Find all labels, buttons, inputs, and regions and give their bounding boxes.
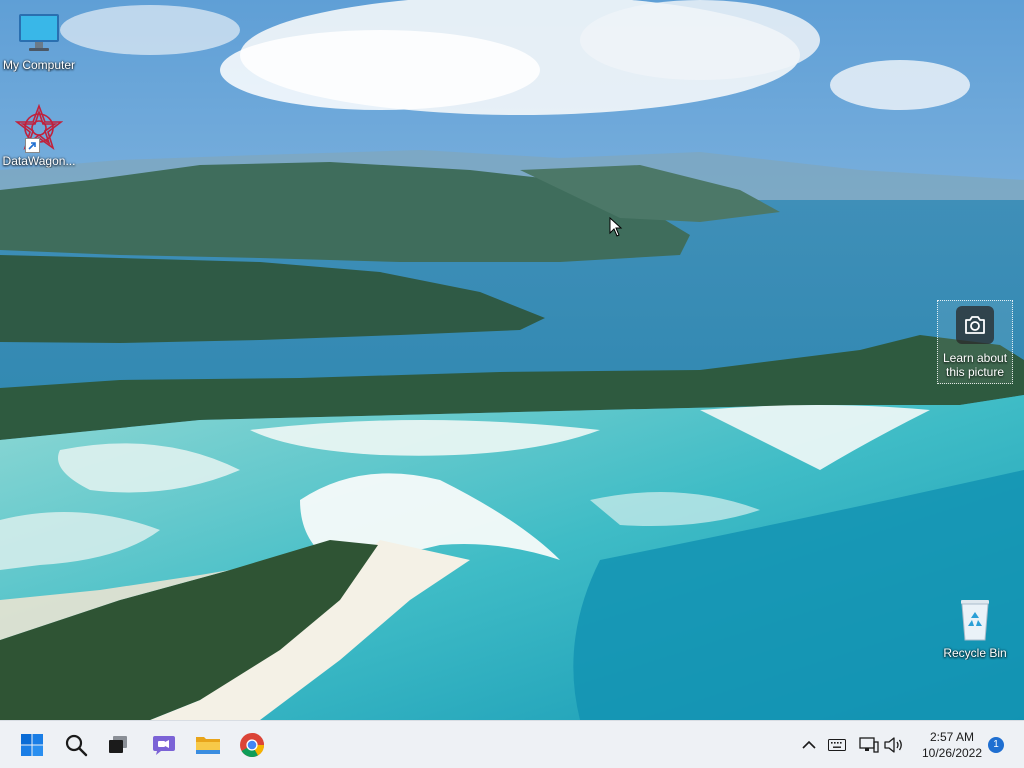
task-view-icon (109, 736, 127, 753)
chrome-icon (240, 733, 264, 758)
shortcut-arrow-icon (25, 138, 40, 153)
input-indicator-button[interactable] (825, 733, 849, 757)
monitor-icon (15, 8, 63, 56)
desktop-icon-label: My Computer (2, 58, 76, 72)
search-icon (65, 734, 88, 757)
clock-time: 2:57 AM (929, 730, 975, 744)
chrome-button[interactable] (232, 725, 272, 765)
tray-overflow-button[interactable] (797, 733, 821, 757)
file-explorer-icon (196, 737, 220, 754)
desktop-icon-my-computer[interactable]: My Computer (0, 8, 78, 72)
clock-date: 10/26/2022 (921, 746, 983, 760)
file-explorer-button[interactable] (188, 725, 228, 765)
learn-about-picture-button[interactable]: Learn about this picture (937, 300, 1013, 384)
volume-icon (884, 737, 902, 753)
learn-about-picture-label: Learn about this picture (942, 351, 1008, 379)
task-view-button[interactable] (98, 725, 138, 765)
chevron-up-icon (802, 740, 816, 749)
camera-icon (956, 306, 994, 344)
chat-button[interactable] (144, 725, 184, 765)
desktop-icon-label: DataWagon... (2, 154, 76, 168)
network-icon (859, 737, 879, 753)
desktop-wallpaper (0, 0, 1024, 720)
network-button[interactable] (857, 733, 881, 757)
windows-start-icon (21, 734, 43, 756)
recycle-bin-icon (951, 596, 999, 644)
keyboard-icon (828, 739, 846, 751)
notification-badge[interactable]: 1 (988, 737, 1004, 753)
desktop-icon-label: Recycle Bin (943, 646, 1007, 660)
taskbar: 2:57 AM 10/26/2022 1 (0, 720, 1024, 768)
desktop-icon-recycle-bin[interactable]: Recycle Bin (936, 596, 1014, 660)
search-button[interactable] (56, 725, 96, 765)
chat-icon (153, 736, 175, 755)
volume-button[interactable] (882, 733, 906, 757)
datawagon-app-icon (14, 103, 64, 153)
mouse-cursor-icon (609, 216, 623, 242)
clock-button[interactable]: 2:57 AM 10/26/2022 (912, 729, 992, 761)
start-button[interactable] (12, 725, 52, 765)
desktop-icon-datawagon[interactable]: DataWagon... (0, 103, 78, 168)
